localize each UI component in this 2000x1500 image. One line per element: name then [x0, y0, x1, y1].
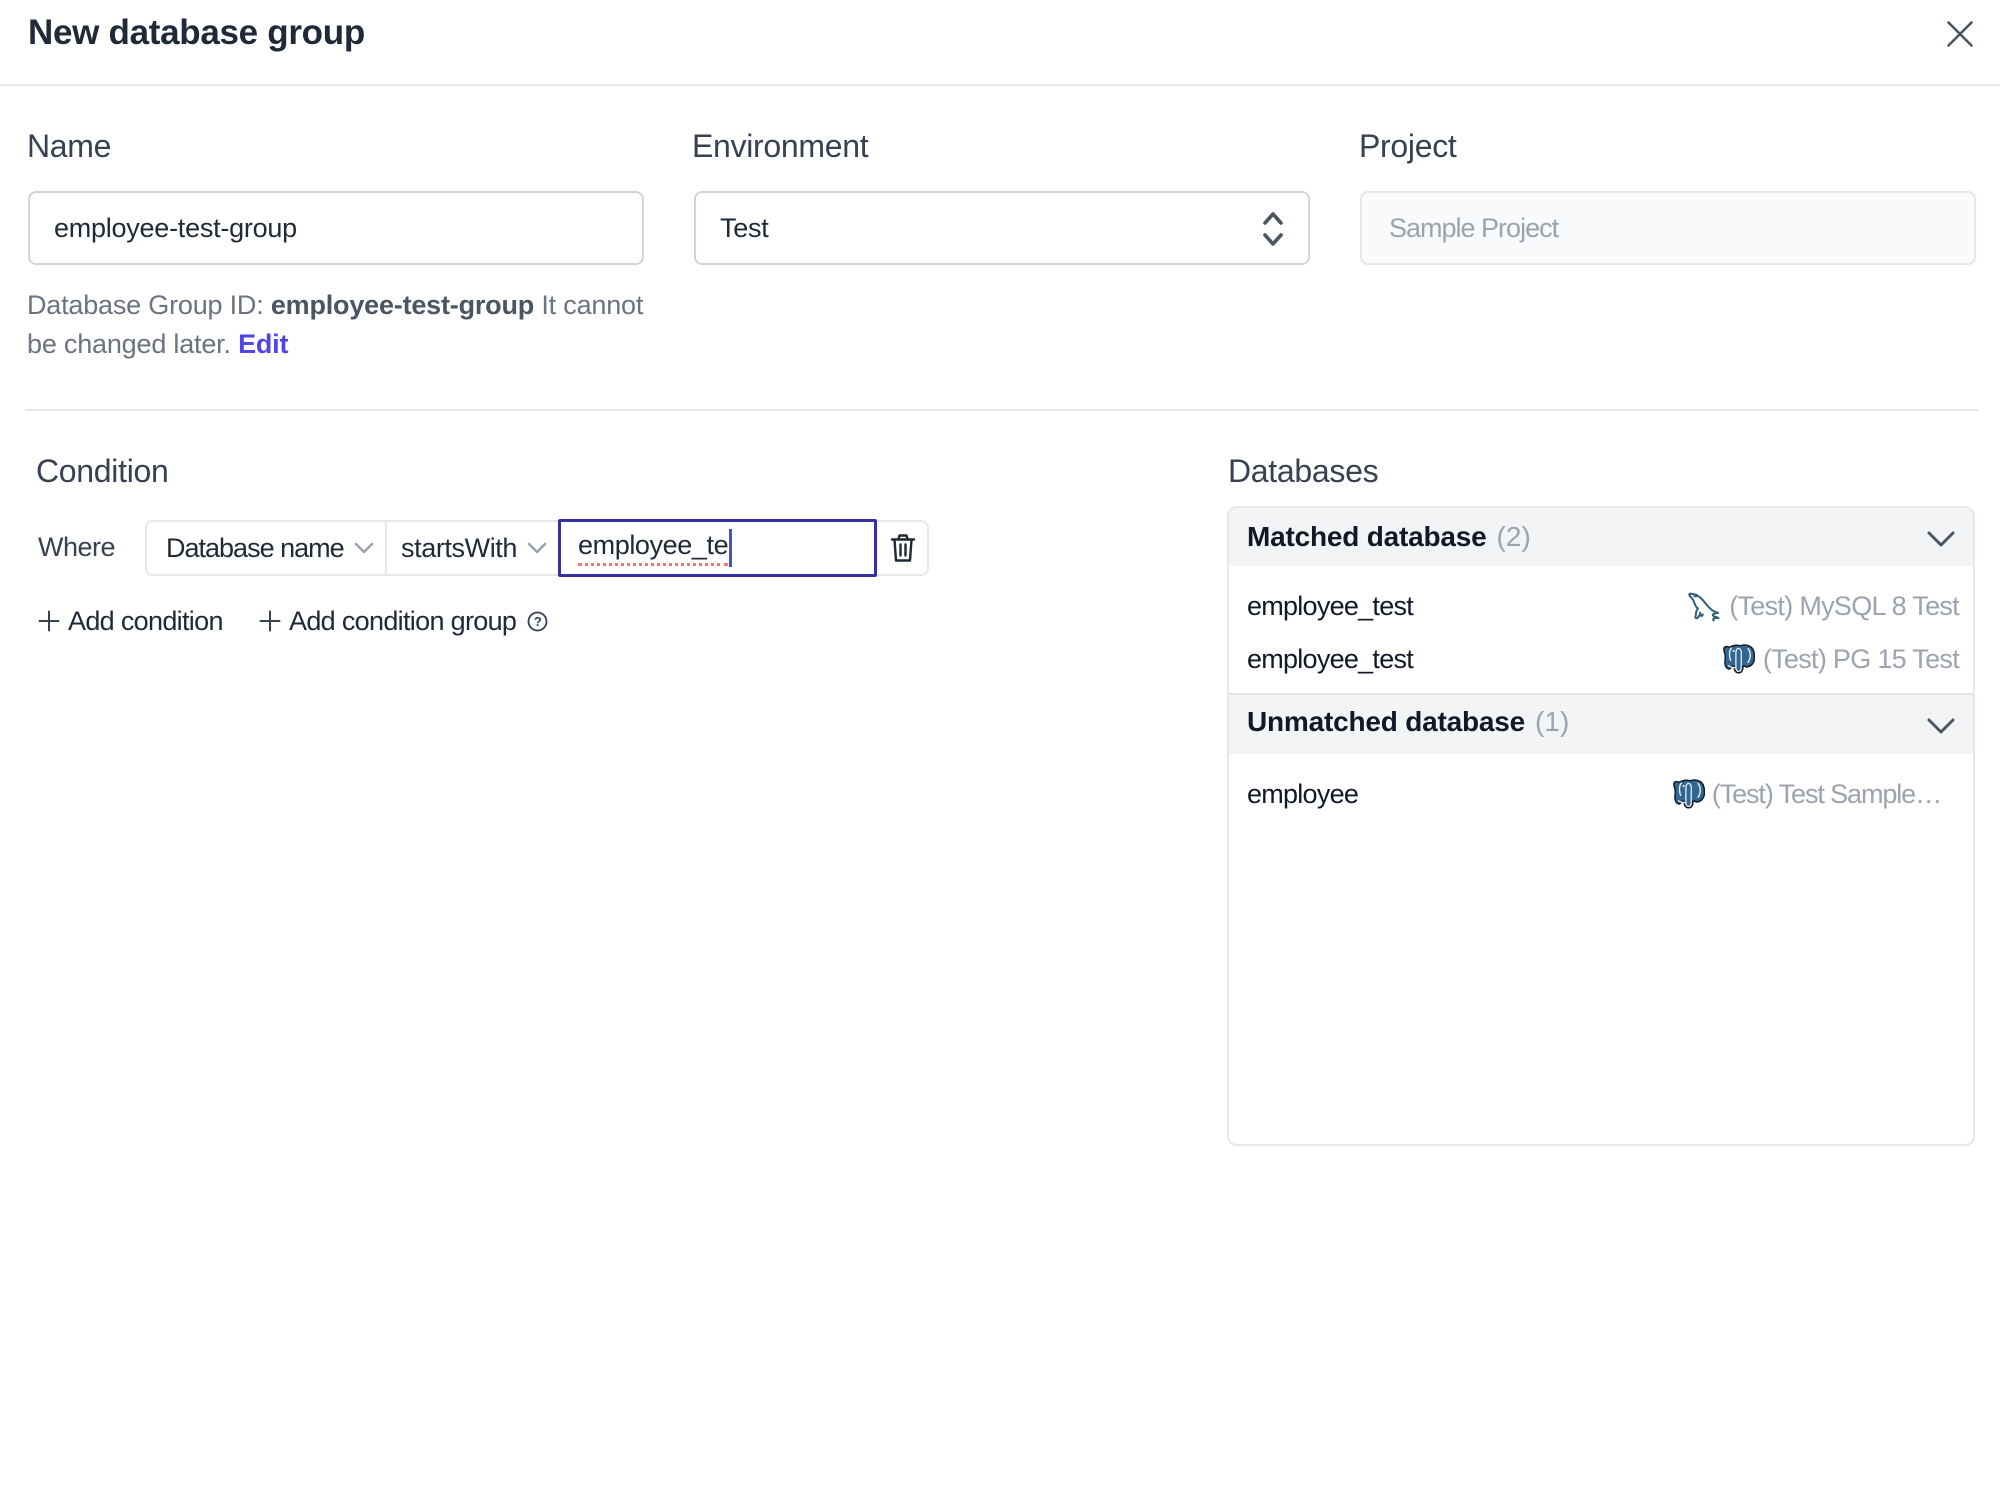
svg-text:?: ?	[534, 614, 542, 629]
